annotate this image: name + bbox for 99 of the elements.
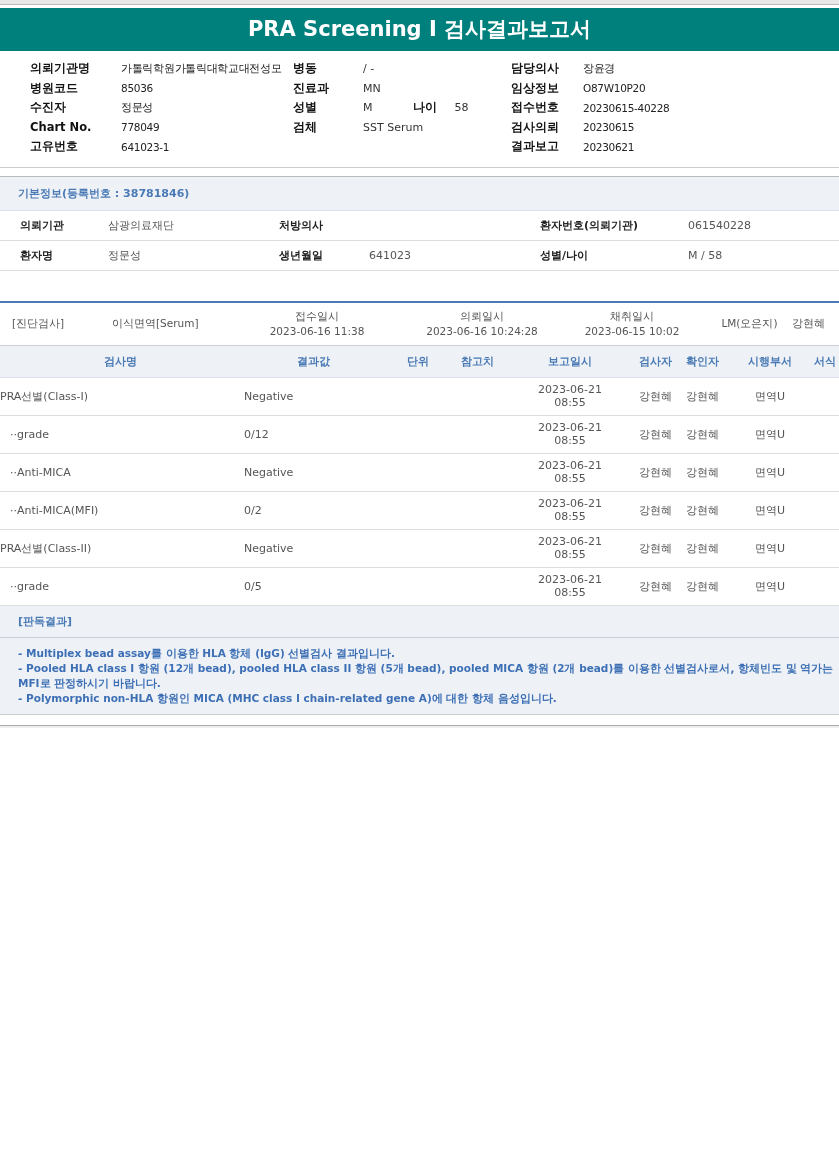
field-label: 임상정보 xyxy=(511,80,560,96)
confirmer-cell: 강현혜 xyxy=(675,491,730,529)
department-cell: 면역U xyxy=(730,491,810,529)
test-name-cell: PRA선별(Class-I) xyxy=(0,377,240,415)
report-date-cell: 2023-06-21 08:55 xyxy=(505,453,635,491)
field-label: 고유번호 xyxy=(30,139,79,155)
column-header: 단위 xyxy=(386,345,450,377)
field-label: 병원코드 xyxy=(30,80,79,96)
field-value: 061540228 xyxy=(688,218,752,232)
result-cell: 0/5 xyxy=(240,567,386,605)
field-label: 병동 xyxy=(293,61,318,77)
field-value: 778049 xyxy=(121,121,161,134)
field-value: 정문성 xyxy=(108,247,142,263)
result-cell: 0/12 xyxy=(240,415,386,453)
field-value: M xyxy=(363,101,373,115)
report-date-cell: 2023-06-21 08:55 xyxy=(505,491,635,529)
test-name-cell: PRA선별(Class-II) xyxy=(0,529,240,567)
report-date-cell: 2023-06-21 08:55 xyxy=(505,529,635,567)
field-value: 641023 xyxy=(369,248,412,262)
column-header: 참고치 xyxy=(450,345,505,377)
field-label: 의뢰기관 xyxy=(20,217,65,233)
field-label: 수진자 xyxy=(30,100,67,116)
department-cell: 면역U xyxy=(730,529,810,567)
field-value: 가톨릭학원가톨릭대학교대전성모 xyxy=(121,61,283,76)
field-label: 검체 xyxy=(293,119,318,135)
test-category: [진단검사] xyxy=(12,316,66,331)
tester-name: 강현혜 xyxy=(792,316,826,331)
field-label: 나이 xyxy=(412,100,438,116)
field-value: 20230621 xyxy=(583,140,636,153)
column-header: 서식 xyxy=(810,345,839,377)
tester-cell: 강현혜 xyxy=(635,415,675,453)
field-value: 641023-1 xyxy=(121,140,171,153)
field-label: 담당의사 xyxy=(511,61,560,77)
test-name-cell: ··Anti-MICA xyxy=(0,453,240,491)
field-label: Chart No. xyxy=(30,120,93,135)
department-cell: 면역U xyxy=(730,415,810,453)
date-field: 채취일시 2023-06-15 10:02 xyxy=(557,308,707,339)
field-value: 20230615 xyxy=(583,121,636,134)
field-label: 접수번호 xyxy=(511,100,560,116)
report-date-cell: 2023-06-21 08:55 xyxy=(505,415,635,453)
confirmer-cell: 강현혜 xyxy=(675,453,730,491)
test-name-cell: ··grade xyxy=(0,567,240,605)
result-cell: Negative xyxy=(240,529,386,567)
tester-cell: 강현혜 xyxy=(635,491,675,529)
field-value: SST Serum xyxy=(363,120,424,134)
confirmer-cell: 강현혜 xyxy=(675,567,730,605)
column-header: 시행부서 xyxy=(730,345,810,377)
field-value: M / 58 xyxy=(688,248,724,262)
tester-cell: 강현혜 xyxy=(635,453,675,491)
field-value: 장윤경 xyxy=(583,61,617,76)
tester-cell: 강현혜 xyxy=(635,529,675,567)
field-label: 성별/나이 xyxy=(540,247,590,263)
report-title: PRA Screening I 검사결과보고서 xyxy=(0,8,839,51)
confirmer-cell: 강현혜 xyxy=(675,415,730,453)
field-label: 검사의뢰 xyxy=(511,119,560,135)
field-label: 처방의사 xyxy=(279,217,324,233)
field-value: 정문성 xyxy=(121,100,155,115)
test-name-cell: ··Anti-MICA(MFI) xyxy=(0,491,240,529)
tester-cell: 강현혜 xyxy=(635,377,675,415)
section-title: 기본정보(등록번호 : 38781846) xyxy=(0,176,839,211)
confirmer-cell: 강현혜 xyxy=(675,529,730,567)
date-field: 접수일시 2023-06-16 11:38 xyxy=(227,308,407,339)
section-title: [판독결과] xyxy=(0,605,839,638)
field-label: 환자번호(의뢰기관) xyxy=(540,217,640,233)
result-cell: Negative xyxy=(240,453,386,491)
field-label: 생년월일 xyxy=(279,247,324,263)
field-value: 58 xyxy=(454,101,469,115)
field-label: 성별 xyxy=(293,100,318,116)
test-department: 이식면역[Serum] xyxy=(112,316,200,331)
department-cell: 면역U xyxy=(730,453,810,491)
report-date-cell: 2023-06-21 08:55 xyxy=(505,567,635,605)
doctor-name: LM(오은지) xyxy=(720,316,779,331)
column-header: 검사자 xyxy=(635,345,675,377)
field-value: 삼광의료재단 xyxy=(108,217,175,233)
date-field: 의뢰일시 2023-06-16 10:24:28 xyxy=(407,308,557,339)
column-header: 보고일시 xyxy=(505,345,635,377)
interpretation-line: - Polymorphic non-HLA 항원인 MICA (MHC class I chain-related gene A)에 대한 항체 음성입니다. xyxy=(18,690,558,706)
tester-cell: 강현혜 xyxy=(635,567,675,605)
interpretation-line: - Multiplex bead assay를 이용한 HLA 항체 (IgG) 선별검사 결과입니다. xyxy=(18,645,397,661)
interpretation-line: - Pooled HLA class I 항원 (12개 bead), pooled HLA class II 항원 (5개 bead), pooled MICA 항원 (2개 bead)를 이용한 선별검사로서, 항체빈도 및 역가는 MFI로 판정하시기 바랍니다. xyxy=(18,660,835,691)
department-cell: 면역U xyxy=(730,377,810,415)
confirmer-cell: 강현혜 xyxy=(675,377,730,415)
column-header: 결과값 xyxy=(240,345,386,377)
field-value: MN xyxy=(363,81,381,95)
department-cell: 면역U xyxy=(730,567,810,605)
field-label: 의뢰기관명 xyxy=(30,61,91,77)
column-header: 검사명 xyxy=(0,345,240,377)
field-label: 진료과 xyxy=(293,80,330,96)
test-name-cell: ··grade xyxy=(0,415,240,453)
field-value: 85036 xyxy=(121,82,154,95)
field-label: 결과보고 xyxy=(511,139,560,155)
report-date-cell: 2023-06-21 08:55 xyxy=(505,377,635,415)
field-value: O87W10P20 xyxy=(583,82,647,95)
result-cell: Negative xyxy=(240,377,386,415)
field-value: 20230615-40228 xyxy=(583,101,671,114)
result-cell: 0/2 xyxy=(240,491,386,529)
column-header: 확인자 xyxy=(675,345,730,377)
field-label: 환자명 xyxy=(20,247,54,263)
field-value: / - xyxy=(363,62,375,76)
